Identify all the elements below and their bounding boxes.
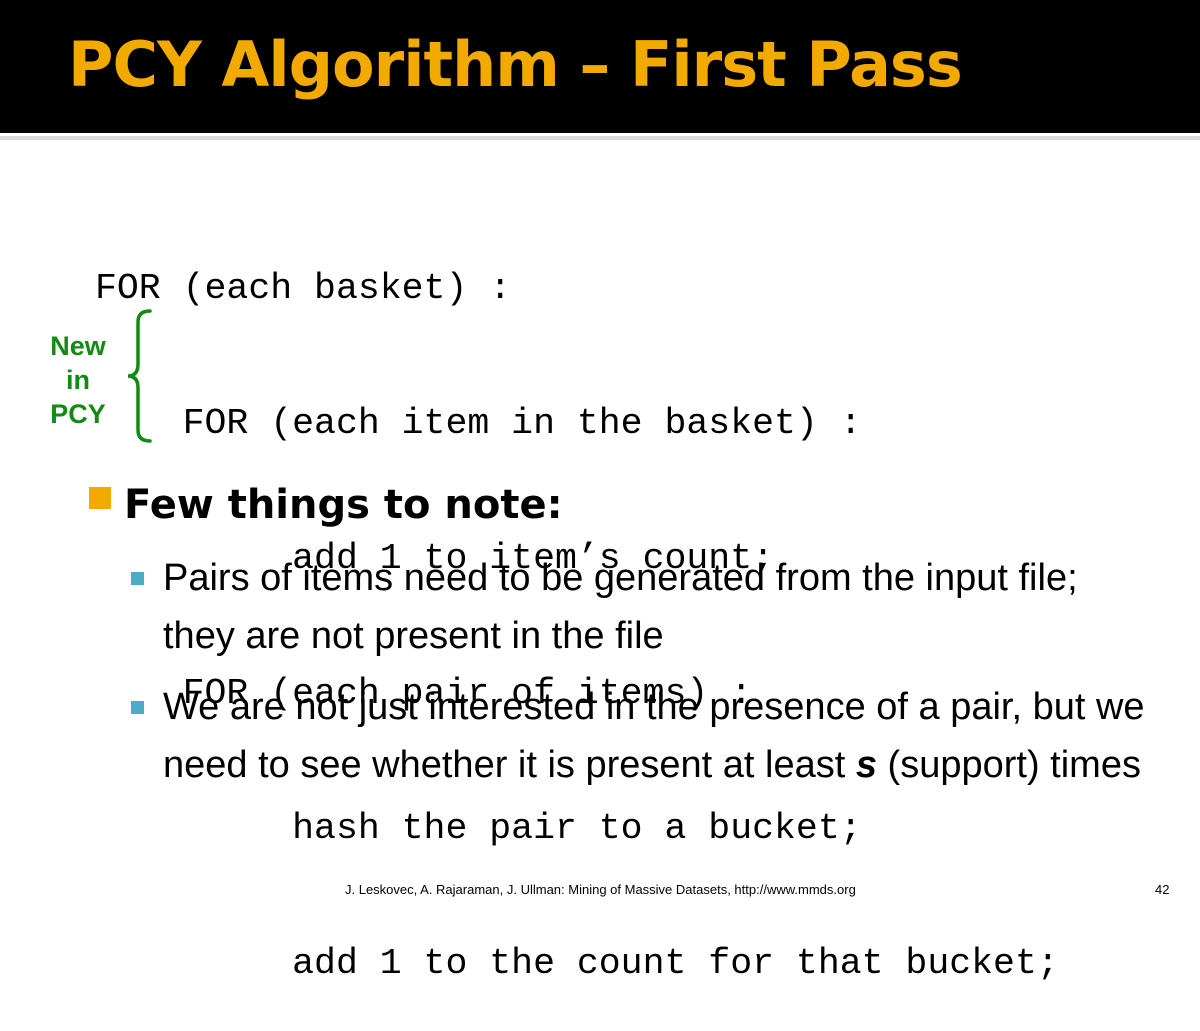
square-bullet-icon (89, 487, 111, 509)
code-line: add 1 to the count for that bucket; (95, 943, 1059, 984)
note-text-part: (support) times (877, 744, 1141, 786)
new-in-pcy-label-line: PCY (50, 399, 106, 429)
new-in-pcy-label-line: in (66, 365, 90, 395)
code-line: FOR (each basket) : (95, 268, 512, 309)
square-bullet-icon (131, 572, 144, 585)
notes-heading: Few things to note: (124, 482, 563, 528)
code-line: hash the pair to a bucket; (95, 808, 862, 849)
page-number: 42 (1155, 882, 1170, 897)
new-in-pcy-label-line: New (50, 331, 106, 361)
note-text: We are not just interested in the presen… (163, 678, 1153, 794)
title-divider (0, 136, 1200, 140)
new-in-pcy-label: New in PCY (34, 329, 122, 431)
support-symbol: s (855, 744, 877, 786)
slide-title: PCY Algorithm – First Pass (68, 28, 963, 101)
square-bullet-icon (131, 701, 144, 714)
note-text: Pairs of items need to be generated from… (163, 557, 1078, 657)
curly-brace-icon (127, 309, 152, 443)
code-line: FOR (each item in the basket) : (95, 403, 862, 444)
footer-citation: J. Leskovec, A. Rajaraman, J. Ullman: Mi… (345, 882, 856, 897)
